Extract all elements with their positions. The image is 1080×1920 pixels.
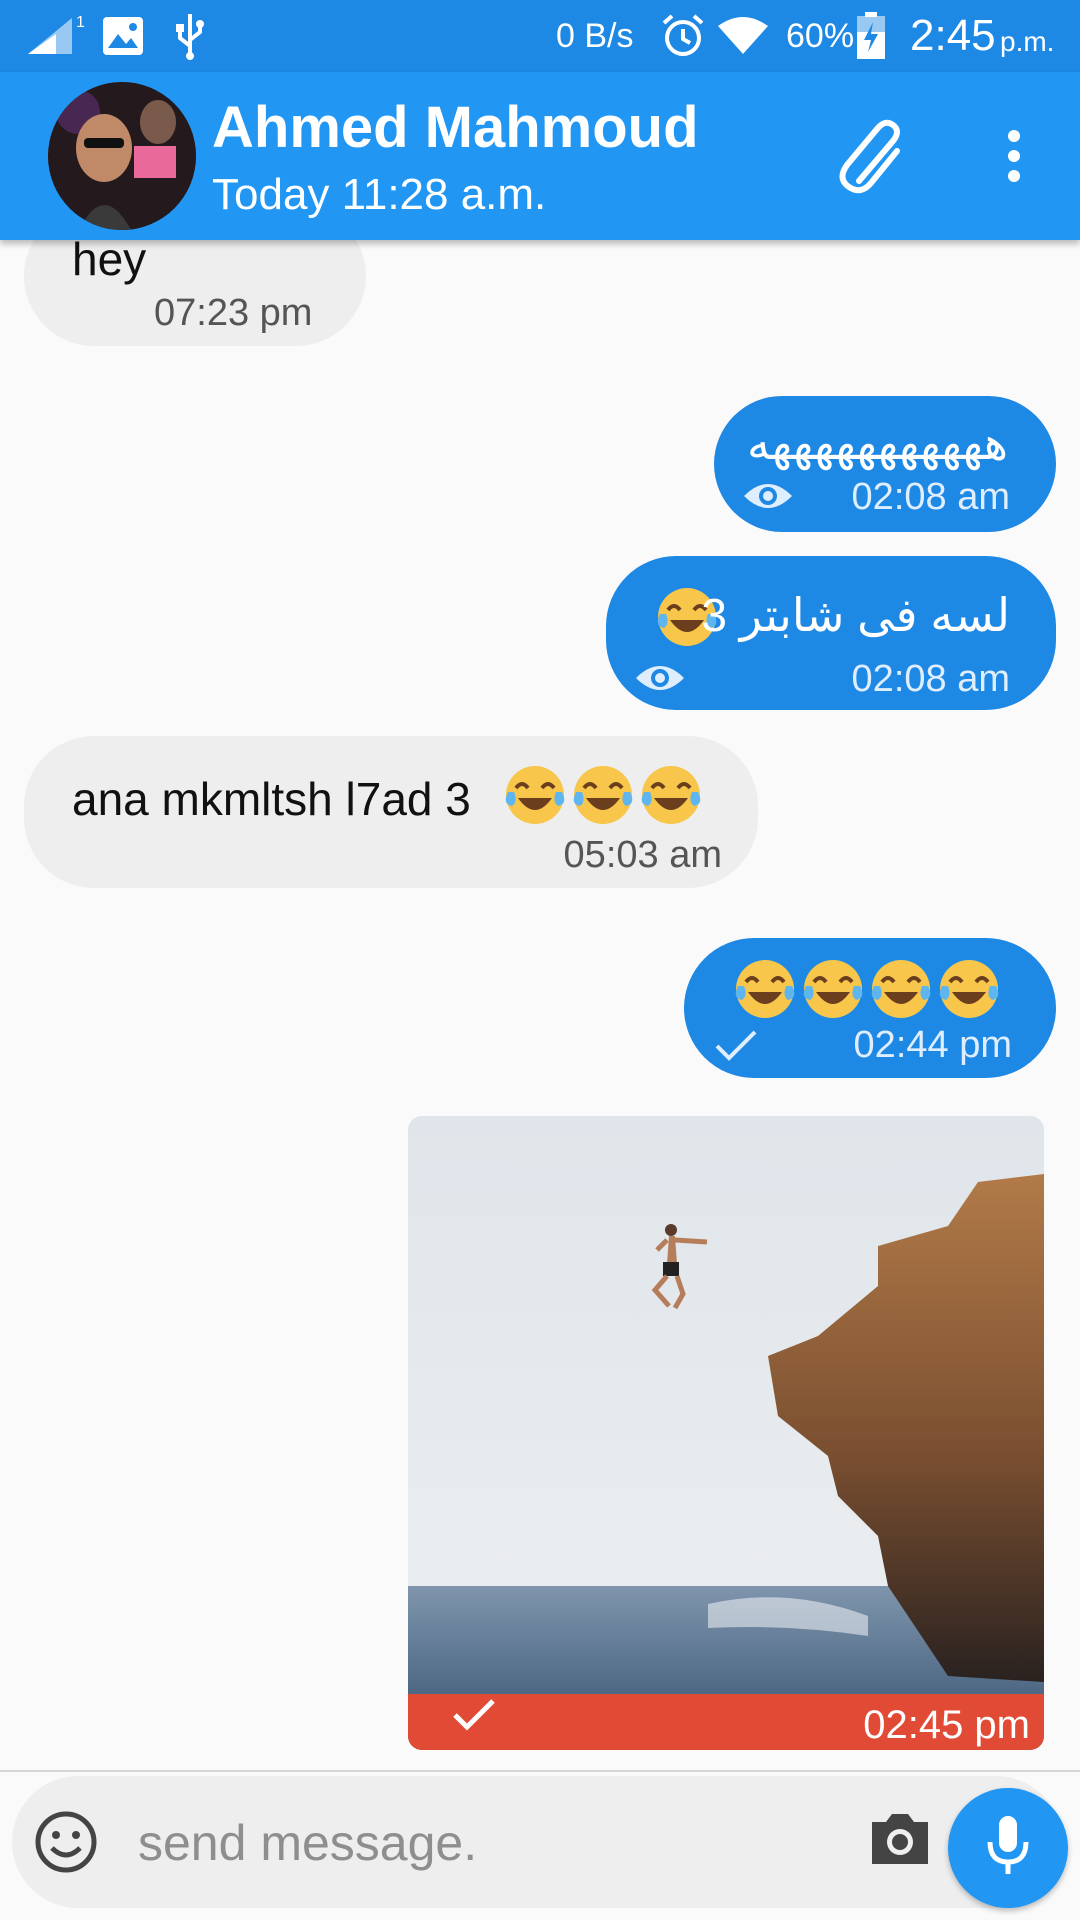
emoji-icon[interactable] bbox=[34, 1810, 98, 1879]
message-time: 02:45 pm bbox=[863, 1703, 1030, 1747]
message-text: هههههههههههه bbox=[747, 417, 1008, 469]
message-input[interactable] bbox=[136, 1794, 840, 1892]
microphone-icon bbox=[986, 1814, 1030, 1883]
more-options-icon[interactable] bbox=[974, 116, 1054, 196]
tears-of-joy-emoji-icon bbox=[938, 958, 1000, 1025]
tears-of-joy-emoji-icon bbox=[572, 764, 634, 831]
usb-icon bbox=[172, 0, 208, 72]
message-time: 05:03 am bbox=[563, 834, 722, 876]
battery-percent: 60% bbox=[786, 16, 855, 55]
input-divider bbox=[0, 1770, 1080, 1772]
alarm-icon bbox=[660, 0, 706, 72]
contact-avatar[interactable] bbox=[48, 82, 196, 230]
clock-ampm: p.m. bbox=[1000, 26, 1055, 57]
message-time: 02:08 am bbox=[851, 658, 1010, 700]
check-icon bbox=[452, 1697, 496, 1736]
message-image[interactable]: 02:45 pm bbox=[408, 1116, 1044, 1750]
message-outgoing[interactable]: 02:44 pm bbox=[684, 938, 1056, 1078]
cliff-jump-photo bbox=[408, 1116, 1044, 1750]
camera-icon[interactable] bbox=[868, 1810, 932, 1873]
message-text: لسه فى شابتر 3 bbox=[701, 589, 1010, 641]
tears-of-joy-emoji-icon bbox=[802, 958, 864, 1025]
message-incoming[interactable]: ana mkmltsh l7ad 3 05:03 am bbox=[24, 736, 758, 888]
tears-of-joy-emoji-icon bbox=[870, 958, 932, 1025]
message-text: hey bbox=[72, 233, 147, 285]
check-icon bbox=[714, 1028, 758, 1067]
status-bar: 1 0 B/s 60% 2:45 p.m. bbox=[0, 0, 1080, 72]
message-time: 07:23 pm bbox=[154, 292, 313, 334]
chat-header: Ahmed Mahmoud Today 11:28 a.m. bbox=[0, 72, 1080, 240]
tears-of-joy-emoji-icon bbox=[504, 764, 566, 831]
wifi-icon bbox=[716, 0, 770, 72]
tears-of-joy-emoji-icon bbox=[640, 764, 702, 831]
message-outgoing[interactable]: هههههههههههه 02:08 am bbox=[714, 396, 1056, 532]
last-seen-status: Today 11:28 a.m. bbox=[212, 170, 547, 219]
sim-label: 1 bbox=[76, 14, 85, 31]
attachment-icon[interactable] bbox=[834, 116, 914, 196]
eye-icon bbox=[634, 660, 686, 701]
tears-of-joy-emoji-icon bbox=[734, 958, 796, 1025]
message-time: 02:44 pm bbox=[853, 1024, 1012, 1066]
battery-charging-icon bbox=[856, 0, 886, 72]
eye-icon bbox=[742, 478, 794, 519]
contact-name[interactable]: Ahmed Mahmoud bbox=[212, 94, 699, 161]
message-text: ana mkmltsh l7ad 3 bbox=[72, 773, 471, 825]
cell-signal-icon bbox=[26, 0, 86, 72]
message-time: 02:08 am bbox=[851, 476, 1010, 518]
voice-record-button[interactable] bbox=[948, 1788, 1068, 1908]
clock-time: 2:45 bbox=[910, 11, 996, 60]
message-outgoing[interactable]: لسه فى شابتر 3 02:08 am bbox=[606, 556, 1056, 710]
data-speed: 0 B/s bbox=[556, 16, 634, 55]
image-notification-icon bbox=[102, 0, 144, 72]
